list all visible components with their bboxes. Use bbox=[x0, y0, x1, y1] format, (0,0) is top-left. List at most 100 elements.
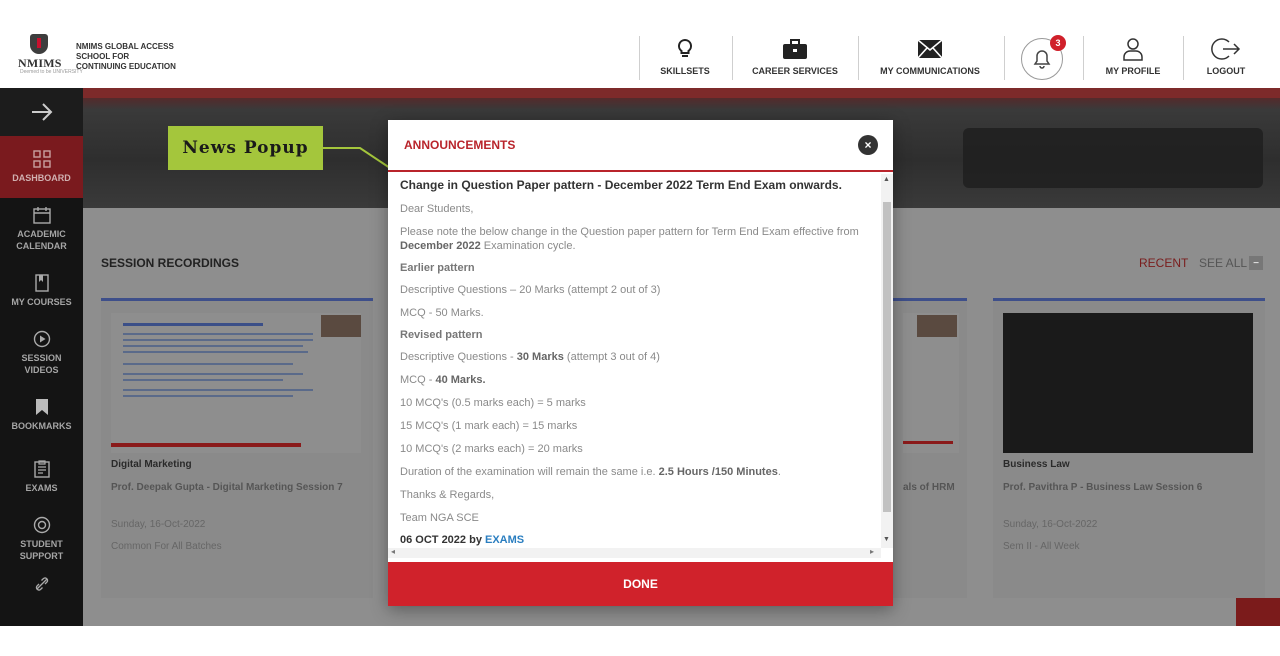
scroll-left-icon[interactable]: ◂ bbox=[391, 547, 395, 556]
announcement-headline: Change in Question Paper pattern - Decem… bbox=[400, 178, 842, 192]
earlier-descriptive: Descriptive Questions – 20 Marks (attemp… bbox=[400, 284, 661, 296]
scroll-right-icon[interactable]: ▸ bbox=[870, 547, 874, 556]
nav-separator bbox=[1004, 36, 1005, 80]
section-title: SESSION RECORDINGS bbox=[101, 256, 240, 270]
mcq-line: 10 MCQ's (2 marks each) = 20 marks bbox=[400, 443, 583, 455]
sidebar-item-more[interactable] bbox=[0, 570, 83, 598]
user-icon bbox=[1098, 36, 1168, 62]
nav-logout[interactable]: LOGOUT bbox=[1196, 36, 1256, 80]
sidebar-item-label: SESSION VIDEOS bbox=[21, 353, 62, 375]
nav-separator bbox=[639, 36, 640, 80]
nmims-logo[interactable]: NMIMS Deemed to be UNIVERSITY bbox=[18, 34, 83, 76]
author-link[interactable]: EXAMS bbox=[485, 534, 524, 546]
see-all-link[interactable]: SEE ALL bbox=[1199, 256, 1247, 270]
nav-label: LOGOUT bbox=[1206, 66, 1246, 76]
recording-card[interactable]: als of HRM bbox=[893, 298, 967, 598]
duration-line: Duration of the examination will remain … bbox=[400, 465, 869, 479]
scroll-thumb[interactable] bbox=[883, 202, 891, 512]
nav-skillsets[interactable]: SKILLSETS bbox=[650, 36, 720, 80]
modal-body[interactable]: Change in Question Paper pattern - Decem… bbox=[388, 174, 881, 546]
card-date: Sunday, 16-Oct-2022 bbox=[1003, 519, 1098, 530]
logout-icon bbox=[1196, 36, 1256, 62]
card-batch: Sem II - All Week bbox=[1003, 541, 1080, 552]
sidebar-item-label: ACADEMIC CALENDAR bbox=[16, 229, 67, 251]
done-button[interactable]: DONE bbox=[388, 562, 893, 606]
school-name-line: NMIMS GLOBAL ACCESS bbox=[76, 42, 174, 51]
recent-tab[interactable]: RECENT bbox=[1139, 256, 1188, 270]
school-name-line: SCHOOL FOR bbox=[76, 52, 130, 61]
horizontal-scrollbar[interactable]: ◂ ▸ bbox=[388, 547, 881, 558]
link-icon bbox=[35, 577, 48, 591]
recording-card[interactable]: Digital Marketing Prof. Deepak Gupta - D… bbox=[101, 298, 373, 598]
card-date: Sunday, 16-Oct-2022 bbox=[111, 519, 206, 530]
collapse-button[interactable]: − bbox=[1249, 256, 1263, 270]
school-name-line: CONTINUING EDUCATION bbox=[76, 62, 176, 71]
vertical-scrollbar[interactable]: ▲ ▼ bbox=[881, 174, 893, 548]
announcement-intro: Please note the below change in the Ques… bbox=[400, 225, 869, 253]
text-fragment: Please note the below change in the Ques… bbox=[400, 226, 859, 238]
announcements-modal: ANNOUNCEMENTS × Change in Question Paper… bbox=[388, 120, 893, 606]
sidebar-item-academic-calendar[interactable]: ACADEMIC CALENDAR bbox=[0, 198, 83, 260]
announcement-date: 06 OCT 2022 by bbox=[400, 534, 485, 546]
video-thumbnail bbox=[111, 313, 361, 453]
chat-button[interactable] bbox=[1236, 598, 1280, 626]
card-subtitle: Prof. Pavithra P - Business Law Session … bbox=[1003, 482, 1203, 493]
video-thumbnail bbox=[903, 313, 959, 453]
bold-text: December 2022 bbox=[400, 240, 481, 252]
sidebar-item-bookmarks[interactable]: BOOKMARKS bbox=[0, 384, 83, 446]
nav-separator bbox=[732, 36, 733, 80]
sidebar-item-label: EXAMS bbox=[25, 483, 58, 493]
sidebar-item-label: DASHBOARD bbox=[12, 173, 71, 183]
top-header: NMIMS Deemed to be UNIVERSITY NMIMS GLOB… bbox=[0, 0, 1280, 88]
modal-header: ANNOUNCEMENTS × bbox=[388, 120, 893, 172]
briefcase-icon bbox=[745, 36, 845, 62]
grid-icon bbox=[32, 150, 51, 168]
close-icon[interactable]: × bbox=[858, 135, 878, 155]
sidebar-item-student-support[interactable]: STUDENT SUPPORT bbox=[0, 508, 83, 570]
recording-card[interactable]: Business Law Prof. Pavithra P - Business… bbox=[993, 298, 1265, 598]
lightbulb-icon bbox=[650, 36, 720, 62]
nav-my-communications[interactable]: MY COMMUNICATIONS bbox=[870, 36, 990, 80]
text-fragment: (attempt 3 out of 4) bbox=[563, 351, 660, 363]
scroll-down-icon[interactable]: ▼ bbox=[883, 536, 890, 543]
school-name: NMIMS GLOBAL ACCESS SCHOOL FOR CONTINUIN… bbox=[76, 42, 196, 72]
nav-label: MY COMMUNICATIONS bbox=[880, 66, 980, 76]
bold-text: 30 Marks bbox=[516, 351, 564, 363]
nav-label: CAREER SERVICES bbox=[752, 66, 838, 76]
nav-separator bbox=[858, 36, 859, 80]
bold-text: 40 Marks. bbox=[435, 374, 486, 386]
nav-label: MY PROFILE bbox=[1105, 66, 1161, 76]
revised-mcq: MCQ - 40 Marks. bbox=[400, 373, 869, 387]
bookmark-icon bbox=[35, 399, 48, 415]
lifebuoy-icon bbox=[33, 516, 50, 534]
text-fragment: . bbox=[777, 466, 781, 478]
revised-descriptive: Descriptive Questions - 30 Marks (attemp… bbox=[400, 350, 869, 364]
sidebar-item-label: STUDENT SUPPORT bbox=[19, 539, 64, 561]
nav-my-profile[interactable]: MY PROFILE bbox=[1098, 36, 1168, 80]
arrow-right-icon bbox=[31, 103, 52, 121]
video-thumbnail bbox=[1003, 313, 1253, 453]
modal-title: ANNOUNCEMENTS bbox=[404, 138, 516, 152]
page: NMIMS Deemed to be UNIVERSITY NMIMS GLOB… bbox=[0, 0, 1280, 656]
nav-separator bbox=[1083, 36, 1084, 80]
book-icon bbox=[34, 274, 49, 292]
announcement-greeting: Dear Students, bbox=[400, 203, 474, 215]
text-fragment: Descriptive Questions - bbox=[400, 351, 517, 363]
team-line: Team NGA SCE bbox=[400, 512, 479, 524]
sidebar-item-exams[interactable]: EXAMS bbox=[0, 446, 83, 508]
nav-career-services[interactable]: CAREER SERVICES bbox=[745, 36, 845, 80]
sidebar-item-session-videos[interactable]: SESSION VIDEOS bbox=[0, 322, 83, 384]
text-fragment: MCQ - bbox=[400, 374, 436, 386]
exam-icon bbox=[33, 460, 50, 478]
sidebar-item-dashboard[interactable]: DASHBOARD bbox=[0, 136, 83, 198]
sidebar-item-my-courses[interactable]: MY COURSES bbox=[0, 260, 83, 322]
revised-pattern-title: Revised pattern bbox=[400, 329, 483, 341]
scroll-up-icon[interactable]: ▲ bbox=[883, 176, 890, 183]
mcq-line: 10 MCQ's (0.5 marks each) = 5 marks bbox=[400, 397, 586, 409]
sidebar-expand-button[interactable] bbox=[0, 88, 83, 136]
notification-badge: 3 bbox=[1050, 35, 1066, 51]
bell-icon bbox=[1033, 50, 1051, 69]
nav-separator bbox=[1183, 36, 1184, 80]
bold-text: 2.5 Hours /150 Minutes bbox=[658, 466, 778, 478]
card-batch: Common For All Batches bbox=[111, 541, 222, 552]
